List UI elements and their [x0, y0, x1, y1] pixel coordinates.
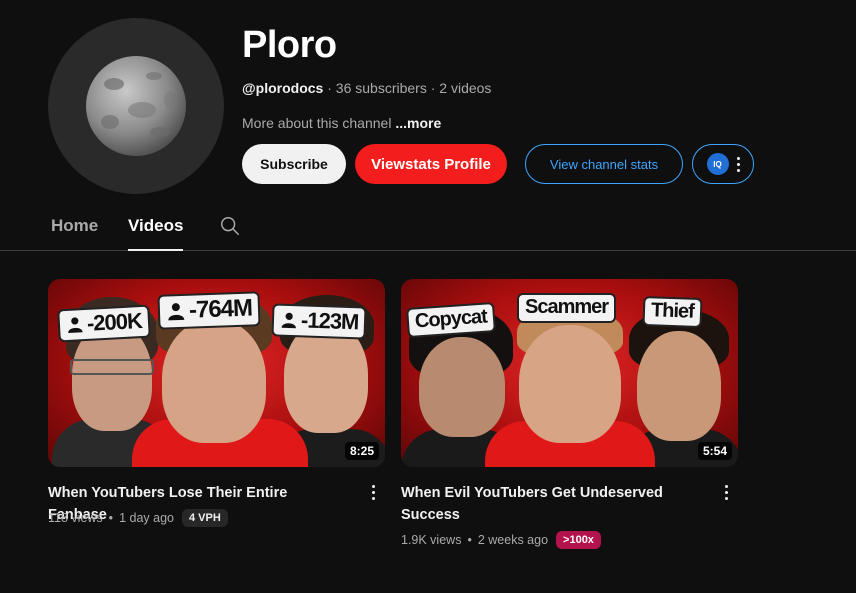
channel-handle: @plorodocs — [242, 80, 324, 96]
outlier-badge: >100x — [556, 531, 601, 549]
thumb-tag: Copycat — [406, 301, 496, 339]
thumb-tag-label: -200K — [86, 308, 143, 336]
thumb-face — [637, 331, 721, 441]
subscriber-count: 36 subscribers — [335, 80, 427, 96]
view-channel-stats-button[interactable]: View channel stats — [525, 144, 683, 184]
upload-age: 1 day ago — [119, 511, 174, 525]
channel-name: Ploro — [242, 24, 337, 66]
kebab-icon[interactable] — [365, 485, 381, 503]
video-count: 2 videos — [439, 80, 492, 96]
thumb-face — [419, 337, 505, 437]
about-channel-link[interactable]: More about this channel ...more — [242, 115, 441, 131]
thumb-tag-label: -764M — [188, 294, 253, 324]
thumb-tag: -764M — [157, 291, 261, 330]
thumb-glasses — [70, 359, 154, 375]
meta-separator: · — [430, 80, 436, 96]
channel-avatar[interactable] — [48, 18, 224, 194]
extension-menu-button[interactable]: IQ — [692, 144, 754, 184]
viewstats-profile-button[interactable]: Viewstats Profile — [355, 144, 507, 184]
video-meta: 118 views • 1 day ago 4 VPH — [48, 509, 228, 527]
vph-badge: 4 VPH — [181, 509, 228, 527]
kebab-icon[interactable] — [718, 485, 734, 503]
thumb-tag-label: Copycat — [414, 305, 488, 333]
video-thumbnail[interactable]: Copycat Scammer Thief 5:54 — [401, 279, 738, 467]
person-icon — [281, 312, 296, 329]
video-card[interactable]: Copycat Scammer Thief 5:54 When Evil You… — [401, 279, 738, 549]
thumb-tag: Thief — [642, 295, 703, 329]
video-meta: 1.9K views • 2 weeks ago >100x — [401, 531, 601, 549]
meta-dot: • — [108, 511, 114, 525]
thumb-tag-label: Scammer — [525, 296, 609, 318]
meta-dot: • — [467, 533, 472, 547]
channel-meta: @plorodocs · 36 subscribers · 2 videos — [242, 80, 491, 96]
video-card[interactable]: -200K -764M -123M 8:25 When YouTubers Lo… — [48, 279, 385, 527]
tab-home[interactable]: Home — [51, 216, 98, 236]
view-count: 1.9K views — [401, 533, 462, 547]
thumb-tag: -123M — [271, 303, 367, 340]
extension-logo-icon: IQ — [706, 153, 729, 175]
about-more[interactable]: ...more — [395, 115, 441, 131]
tab-videos[interactable]: Videos — [128, 216, 184, 251]
video-duration: 8:25 — [344, 442, 379, 460]
search-icon[interactable] — [219, 215, 241, 242]
upload-age: 2 weeks ago — [477, 533, 549, 547]
subscribe-button[interactable]: Subscribe — [242, 144, 346, 184]
person-icon — [168, 303, 185, 321]
video-thumbnail[interactable]: -200K -764M -123M 8:25 — [48, 279, 385, 467]
person-icon — [68, 317, 83, 333]
video-title[interactable]: When Evil YouTubers Get Undeserved Succe… — [401, 482, 691, 526]
thumb-tag-label: Thief — [650, 299, 695, 323]
channel-tabs: Home Videos — [0, 206, 856, 251]
view-count: 118 views — [48, 511, 103, 525]
about-text: More about this channel — [242, 115, 392, 131]
more-vert-icon — [736, 156, 740, 172]
thumb-face — [519, 325, 621, 443]
planet-logo-icon — [86, 56, 186, 156]
meta-separator: · — [327, 80, 332, 96]
thumb-tag: Scammer — [517, 293, 617, 323]
thumb-face — [162, 319, 266, 443]
thumb-tag-label: -123M — [300, 307, 359, 335]
video-duration: 5:54 — [697, 442, 732, 460]
thumb-tag: -200K — [57, 304, 151, 343]
